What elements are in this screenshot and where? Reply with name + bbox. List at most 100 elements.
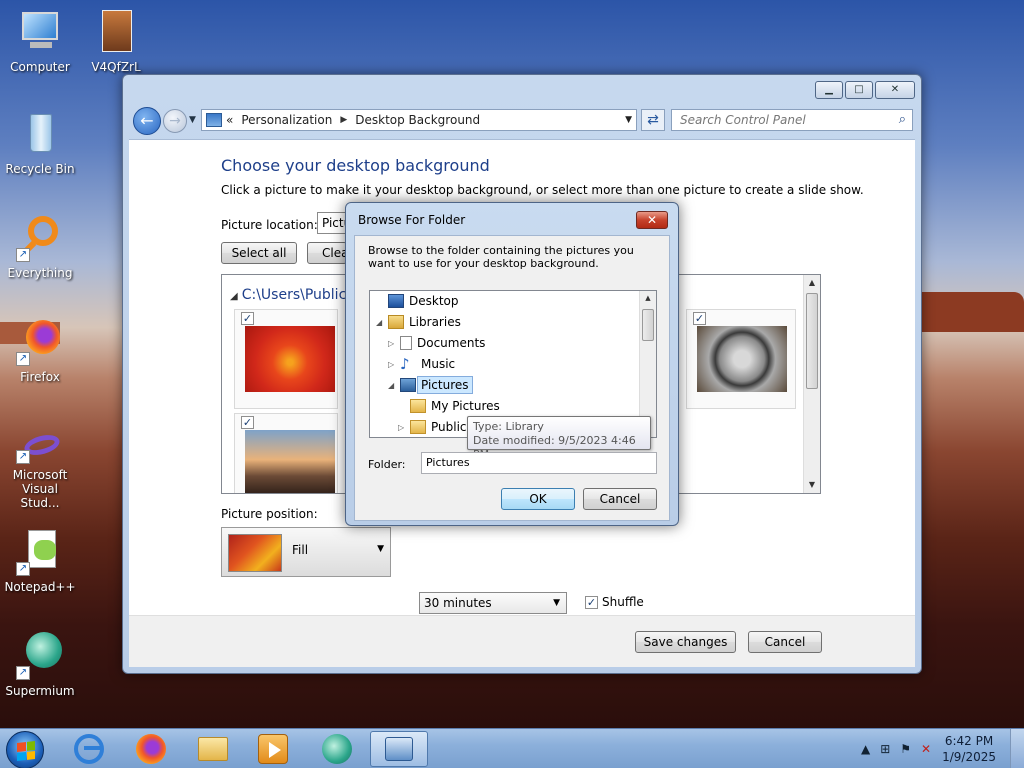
action-center-flag-icon[interactable]: ⚑ (900, 742, 911, 756)
shuffle-check-icon[interactable]: ✓ (585, 595, 598, 609)
taskbar-control-panel[interactable] (370, 731, 428, 767)
documents-icon (400, 336, 412, 350)
select-all-button[interactable]: Select all (221, 242, 297, 264)
visual-studio-icon: ↗ (16, 431, 64, 464)
gallery-scrollbar[interactable]: ▲ ▼ (803, 275, 820, 493)
picture-thumbnail[interactable]: ✓ (234, 413, 338, 493)
firefox-icon: ↗ (16, 318, 64, 366)
scroll-up-icon[interactable]: ▲ (640, 291, 656, 305)
picture-position-value: Fill (292, 543, 309, 557)
taskbar-media-player[interactable] (246, 731, 300, 767)
tree-item-libraries[interactable]: ◢ Libraries (376, 312, 461, 332)
tree-expander-icon[interactable]: ◢ (388, 381, 398, 390)
taskbar-supermium[interactable] (310, 731, 364, 767)
footer-bar: Save changes Cancel (129, 615, 915, 667)
taskbar-internet-explorer[interactable] (62, 731, 116, 767)
scrollbar-thumb[interactable] (806, 293, 818, 389)
picture-location-label: Picture location: (221, 218, 318, 232)
desktop-icon-computer[interactable]: Computer (2, 8, 78, 74)
picture-checkbox[interactable]: ✓ (693, 312, 706, 325)
address-dropdown-icon[interactable]: ▼ (625, 115, 632, 125)
lighthouse-image (245, 430, 335, 493)
tree-item-music[interactable]: ▷ ♪ Music (388, 354, 455, 374)
shuffle-checkbox[interactable]: ✓ Shuffle (585, 595, 644, 609)
desktop-icon-label: Supermium (5, 684, 75, 698)
breadcrumb-personalization[interactable]: Personalization (241, 113, 332, 127)
taskbar: ▲ ⊞ ⚑ ✕ 6:42 PM 1/9/2025 (0, 728, 1024, 768)
maximize-button[interactable]: □ (845, 81, 873, 99)
forward-button[interactable]: → (163, 109, 187, 133)
tree-expander-icon[interactable]: ▷ (388, 360, 398, 369)
chrysanthemum-image (245, 326, 335, 392)
ok-button[interactable]: OK (501, 488, 575, 510)
desktop-icon-label: V4QfZrL (91, 60, 141, 74)
pictures-library-icon (400, 378, 416, 392)
desktop-icon-everything[interactable]: ↗ Everything (2, 214, 78, 280)
shortcut-arrow-icon: ↗ (16, 352, 30, 366)
desktop-icon-label: Notepad++ (4, 580, 76, 594)
scroll-up-icon[interactable]: ▲ (804, 275, 820, 291)
dialog-cancel-button[interactable]: Cancel (583, 488, 657, 510)
folder-label: Folder: (368, 458, 406, 471)
refresh-button[interactable]: ⇄ (641, 109, 665, 131)
folder-input[interactable]: Pictures (421, 452, 657, 474)
desktop-folder-icon (388, 294, 404, 308)
minimize-button[interactable]: ▁ (815, 81, 843, 99)
tree-expander-icon[interactable]: ◢ (376, 318, 386, 327)
desktop-icon-recycle-bin[interactable]: Recycle Bin (2, 110, 78, 176)
scrollbar-thumb[interactable] (642, 309, 654, 341)
picture-checkbox[interactable]: ✓ (241, 416, 254, 429)
tree-item-pictures[interactable]: ◢ Pictures (388, 375, 473, 395)
volume-muted-icon[interactable]: ✕ (921, 742, 931, 756)
dialog-close-button[interactable]: ✕ (636, 211, 668, 229)
desktop-icon-visual-studio[interactable]: ↗ Microsoft Visual Stud... (2, 431, 78, 510)
desktop-icon-notepadpp[interactable]: ↗ Notepad++ (2, 528, 78, 594)
desktop-icon-supermium[interactable]: ↗ Supermium (2, 632, 78, 698)
show-hidden-icons-button[interactable]: ▲ (861, 742, 870, 756)
breadcrumb-separator-icon[interactable]: ▶ (340, 115, 347, 125)
desktop-icon-firefox[interactable]: ↗ Firefox (2, 318, 78, 384)
shortcut-arrow-icon: ↗ (16, 248, 30, 262)
cancel-button[interactable]: Cancel (748, 631, 822, 653)
picture-position-select[interactable]: Fill ▼ (221, 527, 391, 577)
close-button[interactable]: ✕ (875, 81, 915, 99)
collapse-chevron-icon[interactable]: ◢ (230, 291, 238, 302)
tree-item-my-pictures[interactable]: My Pictures (398, 396, 500, 416)
picture-checkbox[interactable]: ✓ (241, 312, 254, 325)
page-title: Choose your desktop background (221, 156, 490, 175)
taskbar-file-explorer[interactable] (186, 731, 240, 767)
folder-icon (198, 737, 228, 761)
start-button[interactable] (6, 731, 44, 768)
back-button[interactable]: ← (133, 107, 161, 135)
shortcut-arrow-icon: ↗ (16, 450, 30, 464)
chevron-down-icon: ▼ (553, 598, 560, 608)
tree-expander-icon[interactable]: ▷ (388, 339, 398, 348)
desktop-icon-v4qfzrl[interactable]: V4QfZrL (78, 8, 154, 74)
change-interval-select[interactable]: 30 minutes ▼ (419, 592, 567, 614)
picture-thumbnail[interactable]: ✓ (686, 309, 796, 409)
tree-expander-icon[interactable]: ▷ (398, 423, 408, 432)
search-icon[interactable]: ⌕ (899, 112, 906, 127)
recent-pages-dropdown-icon[interactable]: ▼ (189, 115, 196, 125)
search-input[interactable]: Search Control Panel ⌕ (671, 109, 913, 131)
network-icon[interactable]: ⊞ (880, 742, 890, 756)
breadcrumb-overflow[interactable]: « (226, 113, 233, 127)
tree-item-documents[interactable]: ▷ Documents (388, 333, 485, 353)
taskbar-firefox[interactable] (124, 731, 178, 767)
picture-position-label: Picture position: (221, 507, 318, 521)
clock[interactable]: 6:42 PM 1/9/2025 (942, 733, 996, 765)
address-bar[interactable]: « Personalization ▶ Desktop Background ▼ (201, 109, 637, 131)
chevron-down-icon: ▼ (377, 544, 384, 554)
scroll-down-icon[interactable]: ▼ (804, 477, 820, 493)
clear-all-button[interactable]: Clear all (307, 242, 347, 264)
breadcrumb-desktop-background[interactable]: Desktop Background (355, 113, 480, 127)
show-desktop-button[interactable] (1010, 729, 1024, 768)
clock-date: 1/9/2025 (942, 750, 996, 764)
desktop-icon-label: Everything (7, 266, 73, 280)
picture-thumbnail[interactable]: ✓ (234, 309, 338, 409)
tree-item-label: Documents (417, 336, 486, 350)
folder-icon (410, 399, 426, 413)
save-changes-button[interactable]: Save changes (635, 631, 736, 653)
tree-item-desktop[interactable]: Desktop (376, 291, 459, 311)
tree-item-label: My Pictures (431, 399, 500, 413)
